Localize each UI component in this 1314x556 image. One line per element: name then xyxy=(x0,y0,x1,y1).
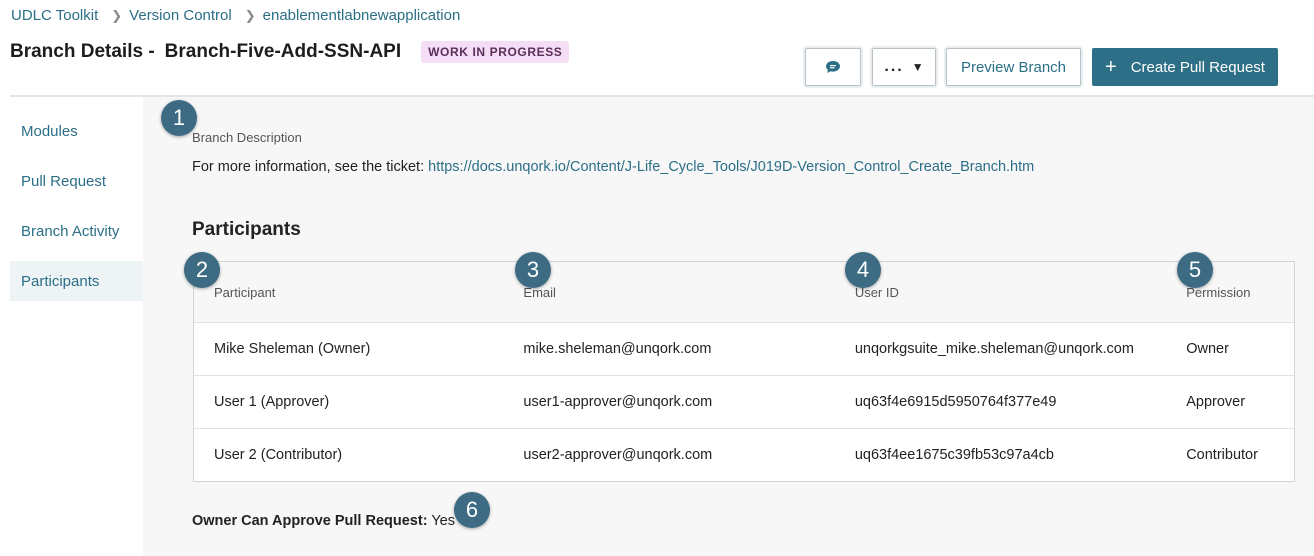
breadcrumb: UDLC Toolkit ❯ Version Control ❯ enablem… xyxy=(11,7,460,24)
owner-approve-value: Yes xyxy=(431,513,455,529)
owner-can-approve: Owner Can Approve Pull Request: Yes xyxy=(192,513,455,529)
cell-user-id: uq63f4e6915d5950764f377e49 xyxy=(854,394,1057,410)
caret-down-icon: ▼ xyxy=(911,60,924,74)
column-header-email: Email xyxy=(523,285,556,300)
toolbar: ... ▼ Preview Branch + Create Pull Reque… xyxy=(805,48,1278,86)
breadcrumb-version-control[interactable]: Version Control xyxy=(129,7,232,24)
callout-marker-5: 5 xyxy=(1177,252,1213,288)
participants-title: Participants xyxy=(192,219,301,240)
page-title: Branch Details - Branch-Five-Add-SSN-API… xyxy=(10,41,570,63)
cell-user-id: unqorkgsuite_mike.sheleman@unqork.com xyxy=(854,341,1134,357)
status-badge: WORK IN PROGRESS xyxy=(421,41,570,63)
ticket-link[interactable]: https://docs.unqork.io/Content/J-Life_Cy… xyxy=(428,159,1034,175)
cell-permission: Contributor xyxy=(1186,447,1258,463)
callout-marker-2: 2 xyxy=(184,252,220,288)
table-row: User 2 (Contributor) user2-approver@unqo… xyxy=(194,428,1294,481)
owner-approve-label: Owner Can Approve Pull Request: xyxy=(192,513,428,529)
sidebar-item-modules[interactable]: Modules xyxy=(10,111,143,151)
preview-branch-button[interactable]: Preview Branch xyxy=(946,48,1081,86)
column-header-user-id: User ID xyxy=(854,285,899,300)
table-row: User 1 (Approver) user1-approver@unqork.… xyxy=(194,375,1294,428)
create-pr-label: Create Pull Request xyxy=(1130,58,1265,76)
callout-marker-6: 6 xyxy=(454,492,490,528)
participants-table: Participant Email User ID Permission Mik… xyxy=(193,261,1295,482)
sidebar: Modules Pull Request Branch Activity Par… xyxy=(10,111,143,311)
cell-participant: Mike Sheleman (Owner) xyxy=(214,341,371,357)
cell-permission: Approver xyxy=(1186,394,1246,410)
sidebar-item-pull-request[interactable]: Pull Request xyxy=(10,161,143,201)
cell-participant: User 1 (Approver) xyxy=(214,394,330,410)
callout-marker-1: 1 xyxy=(161,100,197,136)
branch-name: Branch-Five-Add-SSN-API xyxy=(164,41,402,62)
cell-email: user2-approver@unqork.com xyxy=(523,447,713,463)
cell-user-id: uq63f4ee1675c39fb53c97a4cb xyxy=(854,447,1054,463)
chevron-right-icon: ❯ xyxy=(244,7,256,23)
sidebar-item-participants[interactable]: Participants xyxy=(10,261,143,301)
description-text: For more information, see the ticket: xyxy=(192,159,429,175)
chevron-right-icon: ❯ xyxy=(111,7,123,23)
plus-icon: + xyxy=(1105,55,1117,78)
table-header: Participant Email User ID Permission xyxy=(194,262,1294,322)
more-actions-dropdown[interactable]: ... ▼ xyxy=(872,48,936,86)
cell-email: mike.sheleman@unqork.com xyxy=(523,341,712,357)
cell-participant: User 2 (Contributor) xyxy=(214,447,343,463)
cell-email: user1-approver@unqork.com xyxy=(523,394,713,410)
cell-permission: Owner xyxy=(1186,341,1229,357)
create-pull-request-button[interactable]: + Create Pull Request xyxy=(1092,48,1278,86)
column-header-permission: Permission xyxy=(1186,285,1251,300)
branch-description-text: For more information, see the ticket: ht… xyxy=(192,159,1034,175)
callout-marker-3: 3 xyxy=(515,252,551,288)
comment-icon xyxy=(826,61,840,73)
table-row: Mike Sheleman (Owner) mike.sheleman@unqo… xyxy=(194,322,1294,375)
sidebar-item-branch-activity[interactable]: Branch Activity xyxy=(10,211,143,251)
callout-marker-4: 4 xyxy=(845,252,881,288)
breadcrumb-udlc-toolkit[interactable]: UDLC Toolkit xyxy=(11,7,98,24)
comment-button[interactable] xyxy=(805,48,861,86)
title-prefix: Branch Details - xyxy=(10,41,155,62)
branch-description-label: Branch Description xyxy=(192,130,302,145)
column-header-participant: Participant xyxy=(214,285,276,300)
more-label: ... xyxy=(884,58,904,75)
breadcrumb-application[interactable]: enablementlabnewapplication xyxy=(263,7,461,24)
